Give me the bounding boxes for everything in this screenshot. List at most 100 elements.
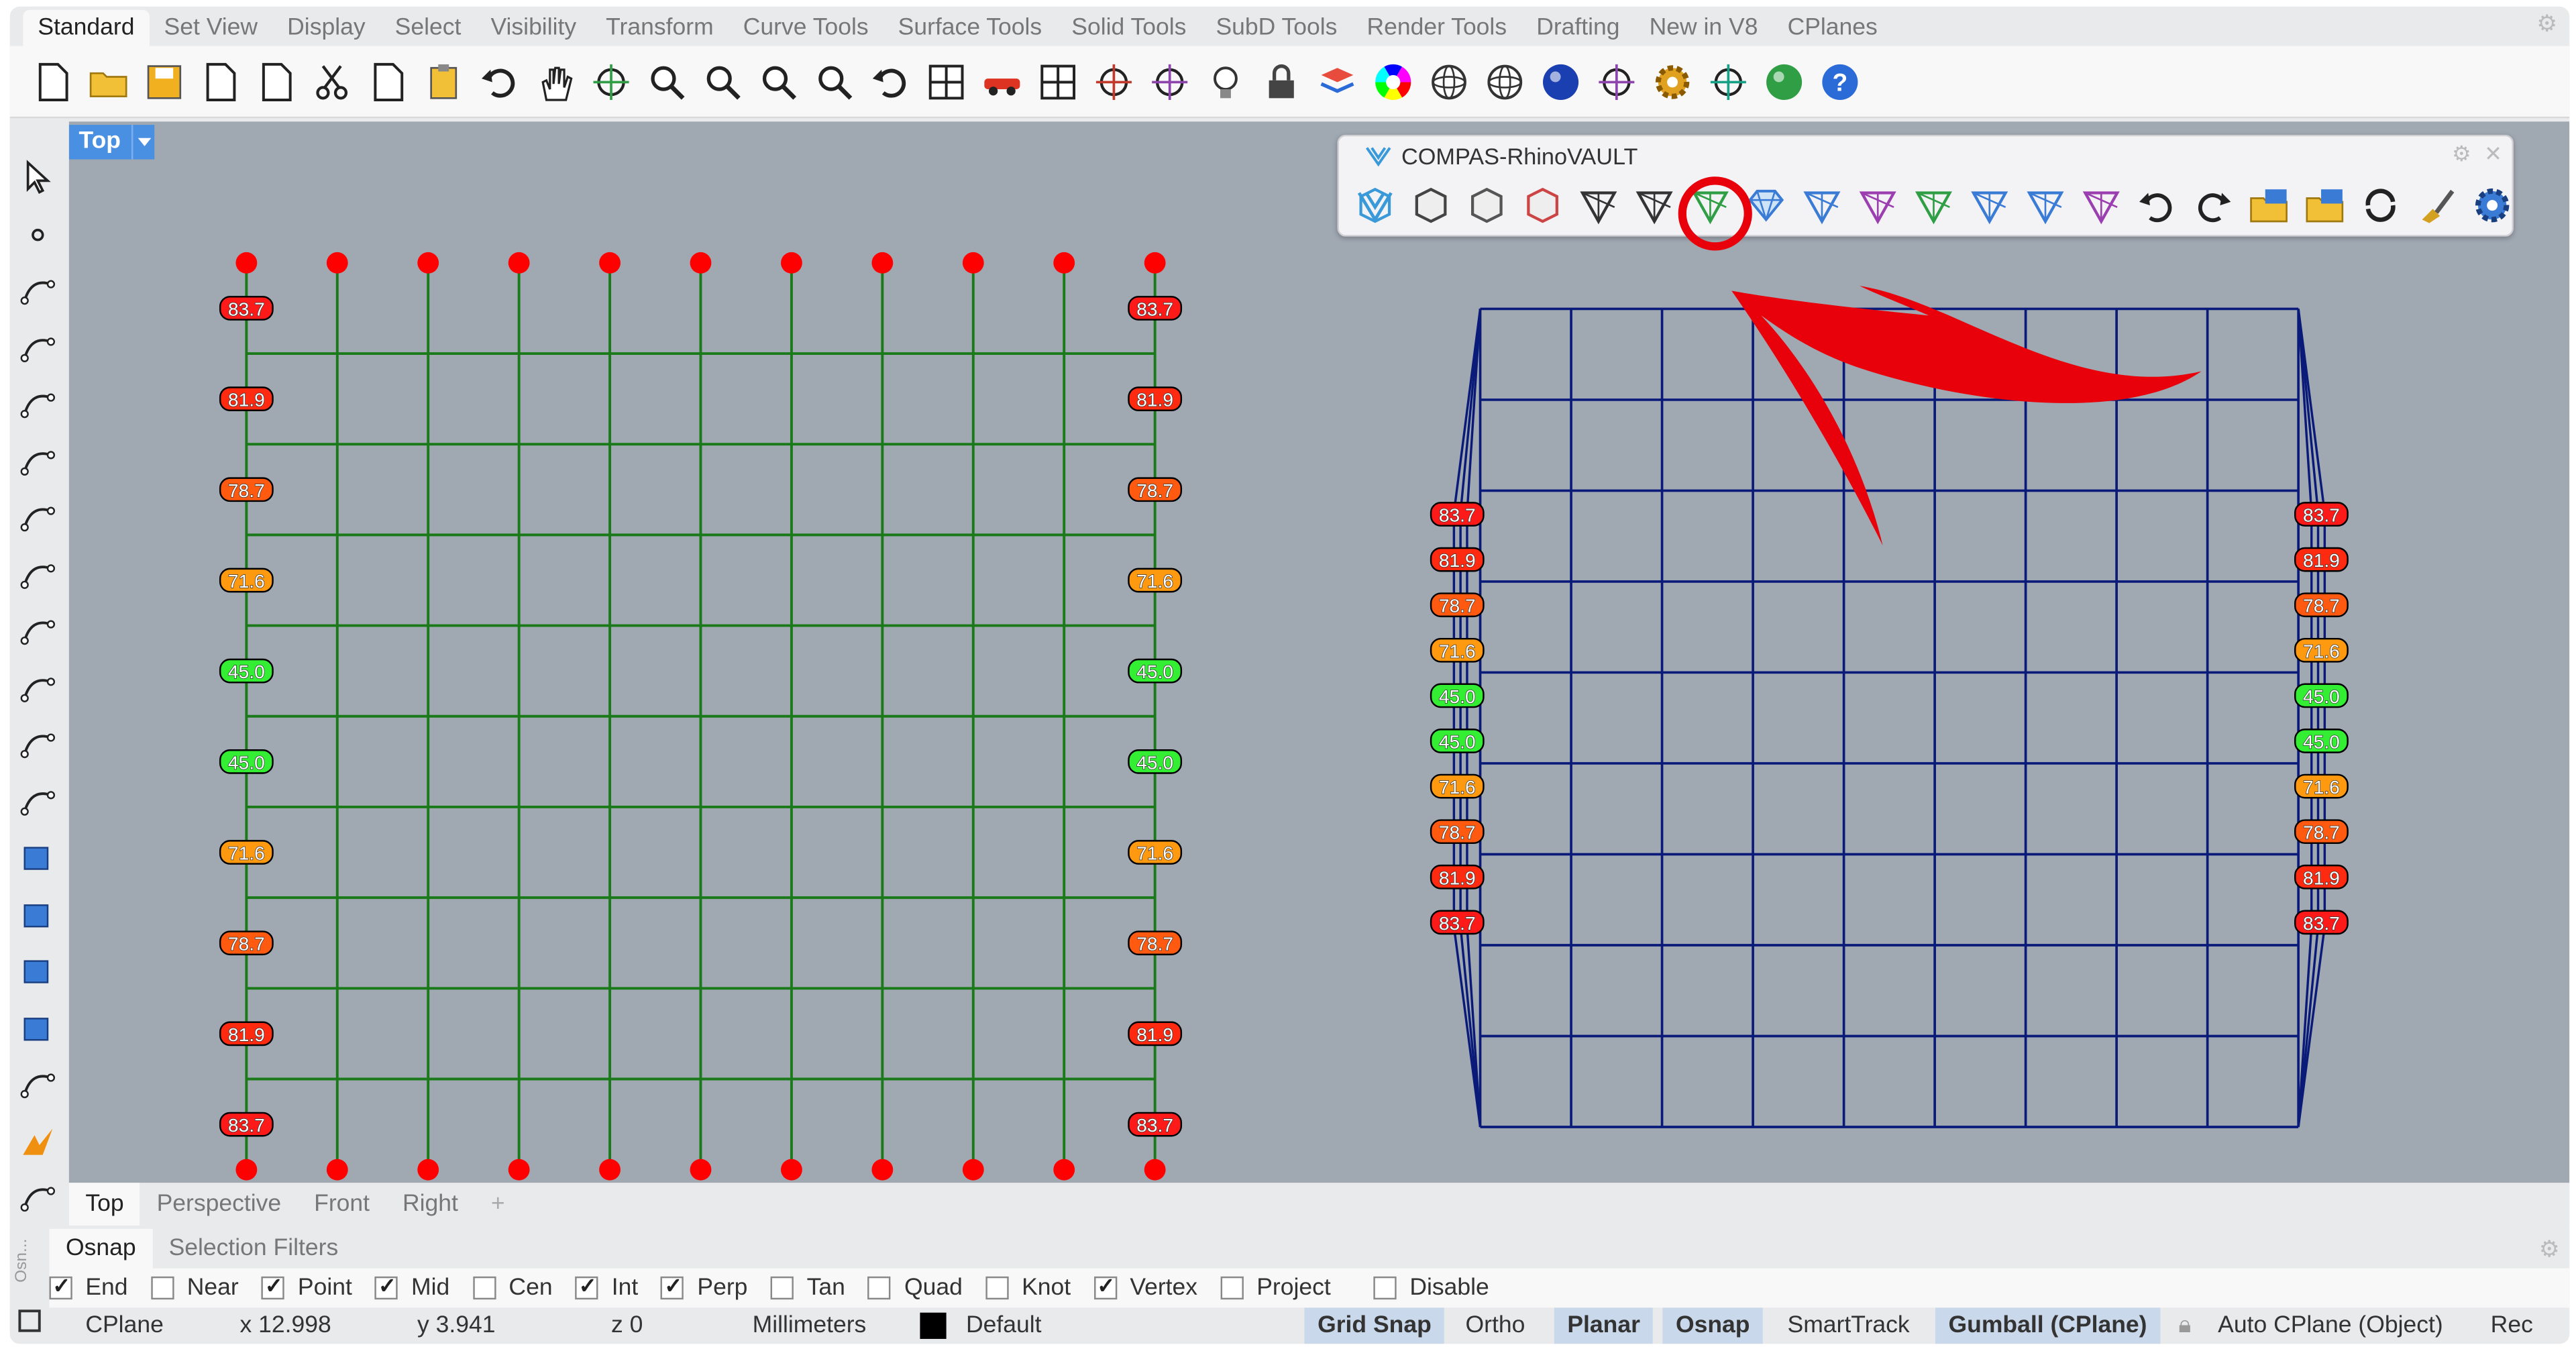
tab-visibility[interactable]: Visibility bbox=[476, 10, 591, 46]
tab-standard[interactable]: Standard bbox=[23, 9, 150, 46]
tab-surface-tools[interactable]: Surface Tools bbox=[883, 10, 1057, 46]
rv-form-icon[interactable] bbox=[1572, 179, 1625, 231]
form-diagram-grid[interactable] bbox=[245, 262, 1157, 1170]
polyline-icon[interactable] bbox=[15, 268, 61, 314]
rectangle-icon[interactable] bbox=[15, 551, 61, 598]
sphere-icon[interactable] bbox=[1423, 56, 1474, 107]
support-vertex[interactable] bbox=[871, 1159, 894, 1181]
rv-supports-icon[interactable] bbox=[1516, 179, 1568, 231]
support-vertex[interactable] bbox=[962, 1159, 984, 1181]
osnap-project[interactable]: Project bbox=[1220, 1275, 1331, 1301]
support-vertex[interactable] bbox=[326, 252, 348, 274]
circle-point-icon[interactable] bbox=[1087, 56, 1138, 107]
rv-open-icon[interactable] bbox=[2243, 179, 2295, 231]
boolean-icon[interactable] bbox=[15, 892, 61, 938]
wand-icon[interactable] bbox=[1591, 56, 1642, 107]
osnap-point[interactable]: Point bbox=[262, 1273, 352, 1301]
rv-redo-icon[interactable] bbox=[2187, 179, 2239, 231]
settings-gear-icon[interactable]: ⚙ bbox=[2536, 11, 2559, 34]
open-folder-icon[interactable] bbox=[82, 56, 133, 107]
units-label[interactable]: Millimeters bbox=[753, 1307, 867, 1344]
osnap-vertex[interactable]: Vertex bbox=[1093, 1273, 1197, 1301]
sweep-icon[interactable] bbox=[15, 778, 61, 824]
record-history-toggle[interactable]: Rec bbox=[2491, 1307, 2533, 1344]
rv-vertex-icon[interactable] bbox=[2019, 179, 2072, 231]
viewport-name[interactable]: Top bbox=[68, 125, 131, 160]
viewport-tab-front[interactable]: Front bbox=[298, 1183, 386, 1226]
panel-title-bar[interactable]: COMPAS-RhinoVAULT bbox=[1365, 143, 1638, 169]
tree-icon[interactable] bbox=[1702, 56, 1753, 107]
panel-tab-osnap[interactable]: Osnap bbox=[49, 1228, 153, 1269]
tab-set-view[interactable]: Set View bbox=[150, 10, 273, 46]
copy-icon[interactable] bbox=[362, 56, 413, 107]
rv-equilibrium-icon[interactable] bbox=[1739, 179, 1792, 231]
osnap-disable-checkbox[interactable] bbox=[1373, 1276, 1397, 1300]
gumball-toggle[interactable]: Gumball (CPlane) bbox=[1935, 1307, 2161, 1344]
panel-close-icon[interactable]: ✕ bbox=[2484, 142, 2502, 168]
point-cloud-icon[interactable] bbox=[1144, 56, 1195, 107]
osnap-quad[interactable]: Quad bbox=[868, 1275, 963, 1301]
layer-icon[interactable] bbox=[1311, 56, 1362, 107]
tab-new-in-v8[interactable]: New in V8 bbox=[1635, 10, 1773, 46]
osnap-end[interactable]: End bbox=[49, 1273, 128, 1301]
select-arrow-icon[interactable] bbox=[15, 154, 61, 201]
viewport-label[interactable]: Top bbox=[68, 125, 154, 160]
osnap-end-checkbox[interactable] bbox=[49, 1273, 72, 1300]
tab-cplanes[interactable]: CPlanes bbox=[1773, 10, 1892, 46]
support-vertex[interactable] bbox=[1144, 252, 1166, 274]
car-icon[interactable] bbox=[976, 56, 1027, 107]
viewport-tab-right[interactable]: Right bbox=[386, 1183, 475, 1226]
rv-force-icon[interactable] bbox=[1628, 179, 1680, 231]
support-vertex[interactable] bbox=[690, 252, 712, 274]
osnap-cen-checkbox[interactable] bbox=[472, 1276, 496, 1300]
ellipse-icon[interactable] bbox=[15, 438, 61, 484]
globe-icon[interactable] bbox=[1758, 56, 1809, 107]
osnap-int[interactable]: Int bbox=[575, 1273, 638, 1301]
undo-icon[interactable] bbox=[473, 56, 524, 107]
support-vertex[interactable] bbox=[599, 1159, 621, 1181]
curve-icon[interactable] bbox=[15, 325, 61, 371]
explode-icon[interactable] bbox=[15, 1118, 61, 1165]
fillet-icon[interactable] bbox=[15, 665, 61, 711]
support-vertex[interactable] bbox=[599, 252, 621, 274]
support-vertex[interactable] bbox=[235, 252, 258, 274]
layer-label[interactable]: Default bbox=[966, 1307, 1042, 1344]
support-vertex[interactable] bbox=[417, 1159, 439, 1181]
zoom-selected-icon[interactable] bbox=[808, 56, 859, 107]
osnap-knot[interactable]: Knot bbox=[985, 1275, 1071, 1301]
support-vertex[interactable] bbox=[690, 1159, 712, 1181]
box-icon[interactable] bbox=[15, 834, 61, 881]
new-file-icon[interactable] bbox=[26, 56, 77, 107]
osnap-near-checkbox[interactable] bbox=[150, 1276, 174, 1300]
rv-clear-icon[interactable] bbox=[2410, 179, 2463, 231]
support-vertex[interactable] bbox=[508, 1159, 530, 1181]
support-vertex[interactable] bbox=[235, 1159, 258, 1181]
rv-init-icon[interactable] bbox=[1349, 179, 1401, 231]
support-vertex[interactable] bbox=[781, 252, 802, 274]
tab-display[interactable]: Display bbox=[272, 10, 380, 46]
tab-render-tools[interactable]: Render Tools bbox=[1352, 10, 1521, 46]
tab-drafting[interactable]: Drafting bbox=[1521, 10, 1634, 46]
transform-icon[interactable] bbox=[15, 1061, 61, 1108]
osnap-project-checkbox[interactable] bbox=[1220, 1276, 1244, 1300]
rv-undo-icon[interactable] bbox=[2131, 179, 2183, 231]
osnap-perp-checkbox[interactable] bbox=[661, 1273, 684, 1300]
rv-pattern-icon[interactable] bbox=[1405, 179, 1457, 231]
support-vertex[interactable] bbox=[962, 252, 984, 274]
osnap-tan[interactable]: Tan bbox=[770, 1275, 845, 1301]
cplane-square-icon[interactable] bbox=[16, 1307, 42, 1344]
arc-icon[interactable] bbox=[15, 494, 61, 541]
viewport-tab-top[interactable]: Top bbox=[68, 1183, 141, 1226]
osnap-near[interactable]: Near bbox=[150, 1275, 239, 1301]
panel-tab-selection-filters[interactable]: Selection Filters bbox=[152, 1229, 355, 1269]
rv-reload-icon[interactable] bbox=[2354, 179, 2406, 231]
pan-hand-icon[interactable] bbox=[529, 56, 580, 107]
osnap-int-checkbox[interactable] bbox=[575, 1273, 599, 1300]
viewport-dropdown-icon[interactable] bbox=[130, 125, 154, 160]
color-wheel-icon[interactable] bbox=[1367, 56, 1418, 107]
top-viewport[interactable]: 83.7 83.7 81.9 81.9 78.7 78.7 71.6 71.6 45.0 45.0… bbox=[68, 121, 2570, 1183]
rv-modify-thrust-icon[interactable] bbox=[1907, 179, 1960, 231]
circle-icon[interactable] bbox=[15, 381, 61, 427]
tab-select[interactable]: Select bbox=[380, 10, 476, 46]
osnap-mid[interactable]: Mid bbox=[375, 1273, 449, 1301]
